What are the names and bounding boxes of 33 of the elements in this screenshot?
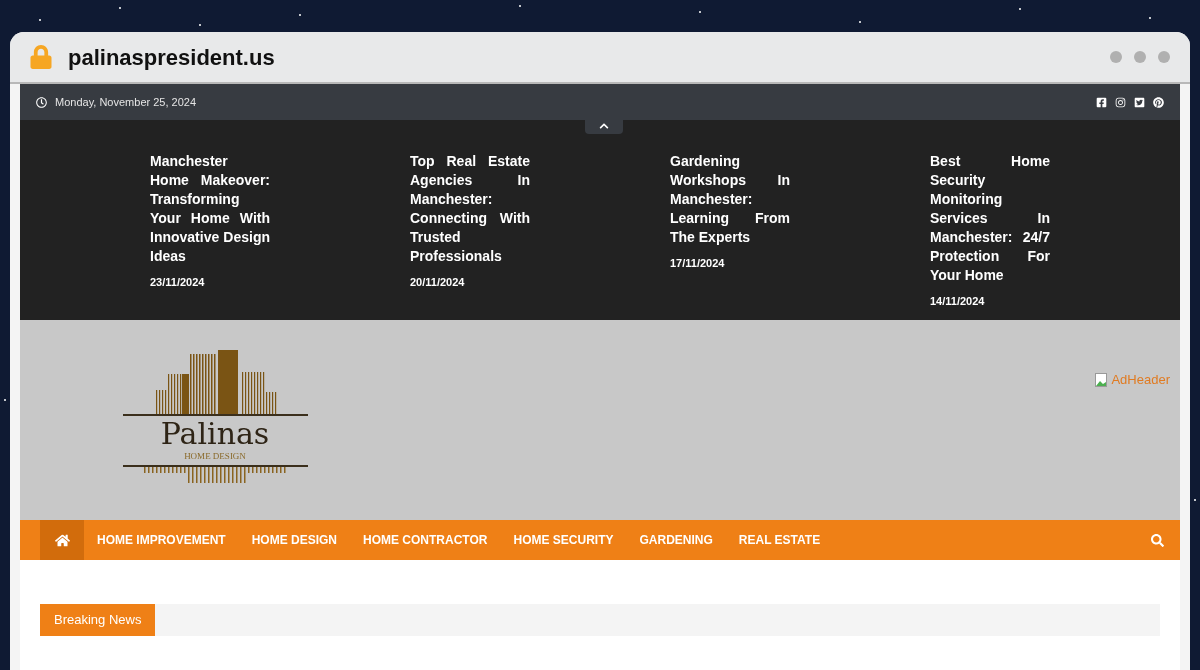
logo-name: Palinas — [160, 416, 270, 452]
clock-icon — [36, 96, 47, 108]
lock-icon — [30, 45, 52, 69]
ad-alt-text: AdHeader — [1111, 371, 1170, 389]
nav-link[interactable]: GARDENING — [626, 520, 726, 560]
chevron-up-icon — [599, 121, 609, 131]
nav-link[interactable]: HOME SECURITY — [500, 520, 627, 560]
nav-link[interactable]: HOME CONTRACTOR — [350, 520, 501, 560]
post-date: 17/11/2024 — [670, 256, 726, 271]
home-button[interactable] — [40, 520, 84, 560]
post-date: 23/11/2024 — [150, 275, 206, 290]
facebook-icon[interactable] — [1096, 96, 1107, 108]
headline-link[interactable]: Best Home Security Monitoring Services In Manchester: 24/7 Protection For Your Home — [930, 152, 1050, 285]
site-logo[interactable]: Palinas HOME DESIGN — [120, 350, 310, 500]
search-icon — [1151, 533, 1164, 547]
logo-tagline: HOME DESIGN — [184, 452, 246, 461]
broken-image-icon — [1095, 372, 1108, 387]
nav-link[interactable]: REAL ESTATE — [725, 520, 834, 560]
post-date: 20/11/2024 — [410, 275, 466, 290]
nav-link[interactable]: HOME DESIGN — [238, 520, 350, 560]
headline-link[interactable]: Top Real Estate Agencies In Manchester: Connecting With Trusted Professionals — [410, 152, 530, 266]
post-date: 14/11/2024 — [930, 294, 986, 309]
collapse-button[interactable] — [585, 118, 623, 134]
instagram-icon[interactable] — [1115, 96, 1126, 108]
twitter-icon[interactable] — [1134, 96, 1145, 108]
home-icon — [54, 532, 70, 548]
breaking-news-label: Breaking News — [40, 604, 156, 636]
headline-link[interactable]: Manchester Home Makeover: Transforming Your Home With Innovative Design Ideas — [150, 152, 270, 266]
nav-link[interactable]: HOME IMPROVEMENT — [84, 520, 239, 560]
headline-link[interactable]: Gardening Workshops In Manchester: Learning From The Experts — [670, 152, 790, 247]
current-date: Monday, November 25, 2024 — [55, 94, 197, 110]
pinterest-icon[interactable] — [1153, 96, 1164, 108]
address-text: palinaspresident.us — [68, 43, 275, 72]
